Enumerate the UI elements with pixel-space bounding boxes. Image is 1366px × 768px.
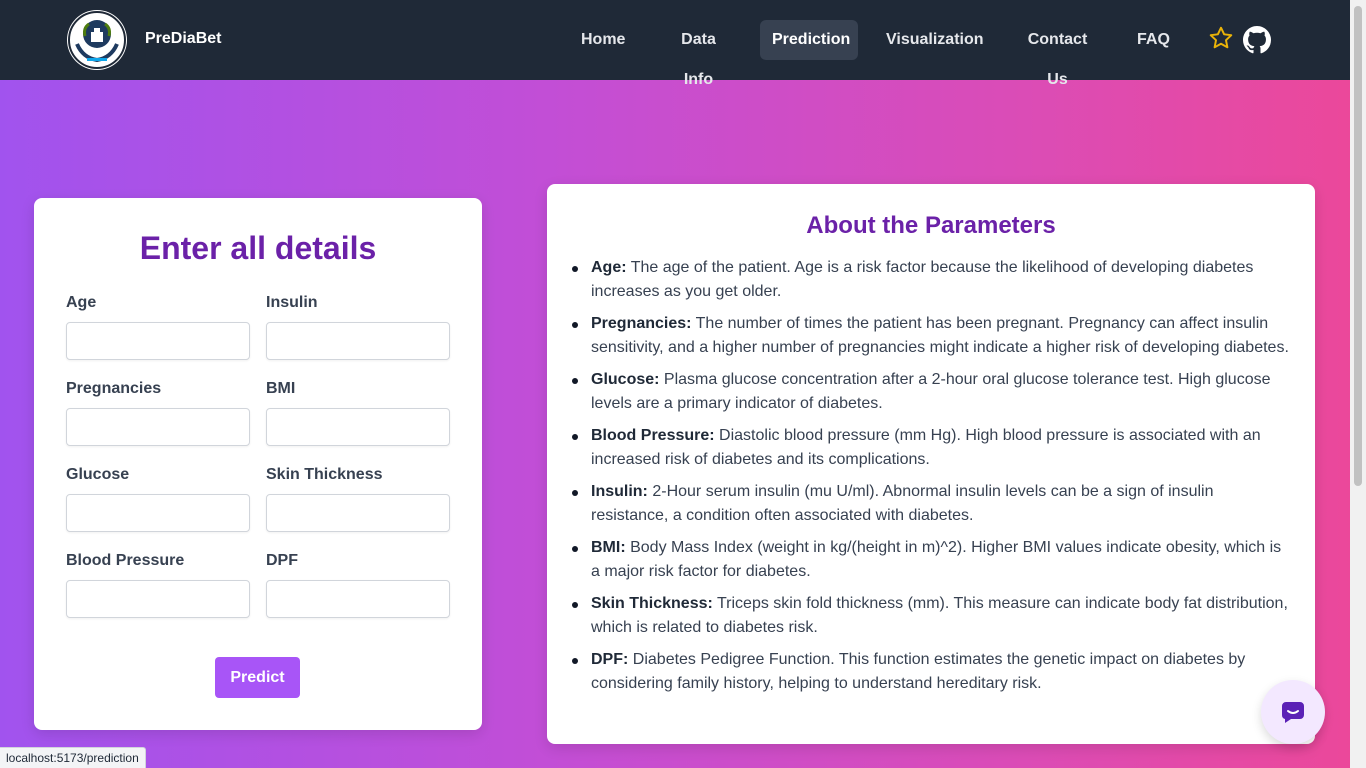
list-item: Skin Thickness: Triceps skin fold thickn… [572, 592, 1291, 640]
param-description: Plasma glucose concentration after a 2-h… [591, 371, 1271, 412]
bmi-label: BMI [266, 380, 296, 397]
list-item: Age: The age of the patient. Age is a ri… [572, 256, 1291, 304]
bmi-input[interactable] [266, 408, 450, 446]
param-name: BMI: [591, 539, 626, 556]
nav-link-contact-us[interactable]: Contact Us [1006, 20, 1109, 88]
param-name: DPF: [591, 651, 629, 668]
pregnancies-label: Pregnancies [66, 380, 162, 397]
predict-button[interactable]: Predict [215, 657, 300, 698]
parameter-list: Age: The age of the patient. Age is a ri… [572, 256, 1291, 704]
page-scrollbar[interactable] [1350, 0, 1366, 768]
about-parameters-card: About the Parameters Age: The age of the… [547, 184, 1315, 744]
age-label: Age [66, 294, 97, 311]
skin-thickness-label: Skin Thickness [266, 466, 383, 483]
browser-status-url: localhost:5173/prediction [0, 747, 146, 768]
nav-link-visualization[interactable]: Visualization [874, 20, 990, 60]
glucose-label: Glucose [66, 466, 130, 483]
brand-name[interactable]: PreDiaBet [145, 30, 221, 48]
param-name: Age: [591, 259, 627, 276]
param-description: The age of the patient. Age is a risk fa… [591, 259, 1254, 300]
list-item: Glucose: Plasma glucose concentration af… [572, 368, 1291, 416]
nav-link-home[interactable]: Home [569, 20, 636, 60]
form-title: Enter all details [139, 230, 377, 266]
param-description: 2-Hour serum insulin (mu U/ml). Abnormal… [591, 483, 1214, 524]
blood-pressure-input[interactable] [66, 580, 250, 618]
nav-link-data-info[interactable]: Data Info [653, 20, 744, 88]
list-item: DPF: Diabetes Pedigree Function. This fu… [572, 648, 1291, 696]
list-item: Blood Pressure: Diastolic blood pressure… [572, 424, 1291, 472]
prediabet-logo[interactable] [67, 10, 127, 70]
prediction-form-card: Enter all details Age Insulin Pregnancie… [34, 198, 482, 730]
star-icon[interactable] [1208, 25, 1234, 56]
nav-link-faq[interactable]: FAQ [1125, 20, 1179, 60]
list-item: Pregnancies: The number of times the pat… [572, 312, 1291, 360]
param-name: Pregnancies: [591, 315, 692, 332]
pregnancies-input[interactable] [66, 408, 250, 446]
param-description: Diabetes Pedigree Function. This functio… [591, 651, 1246, 692]
param-description: Body Mass Index (weight in kg/(height in… [591, 539, 1282, 580]
insulin-input[interactable] [266, 322, 450, 360]
param-name: Insulin: [591, 483, 648, 500]
param-description: The number of times the patient has been… [591, 315, 1289, 356]
param-name: Skin Thickness: [591, 595, 713, 612]
insulin-label: Insulin [266, 294, 318, 311]
chat-bubble-icon [1279, 698, 1307, 731]
dpf-label: DPF [266, 552, 298, 569]
about-title: About the Parameters [806, 212, 1056, 239]
scrollbar-thumb[interactable] [1354, 6, 1362, 486]
github-icon[interactable] [1243, 26, 1271, 59]
age-input[interactable] [66, 322, 250, 360]
list-item: Insulin: 2-Hour serum insulin (mu U/ml).… [572, 480, 1291, 528]
list-item: BMI: Body Mass Index (weight in kg/(heig… [572, 536, 1291, 584]
nav-link-prediction[interactable]: Prediction [760, 20, 858, 60]
param-name: Blood Pressure: [591, 427, 715, 444]
blood-pressure-label: Blood Pressure [66, 552, 185, 569]
chat-button[interactable] [1261, 680, 1325, 744]
dpf-input[interactable] [266, 580, 450, 618]
navbar: PreDiaBet Home Data Info Prediction Visu… [0, 0, 1350, 88]
param-name: Glucose: [591, 371, 660, 388]
glucose-input[interactable] [66, 494, 250, 532]
skin-thickness-input[interactable] [266, 494, 450, 532]
